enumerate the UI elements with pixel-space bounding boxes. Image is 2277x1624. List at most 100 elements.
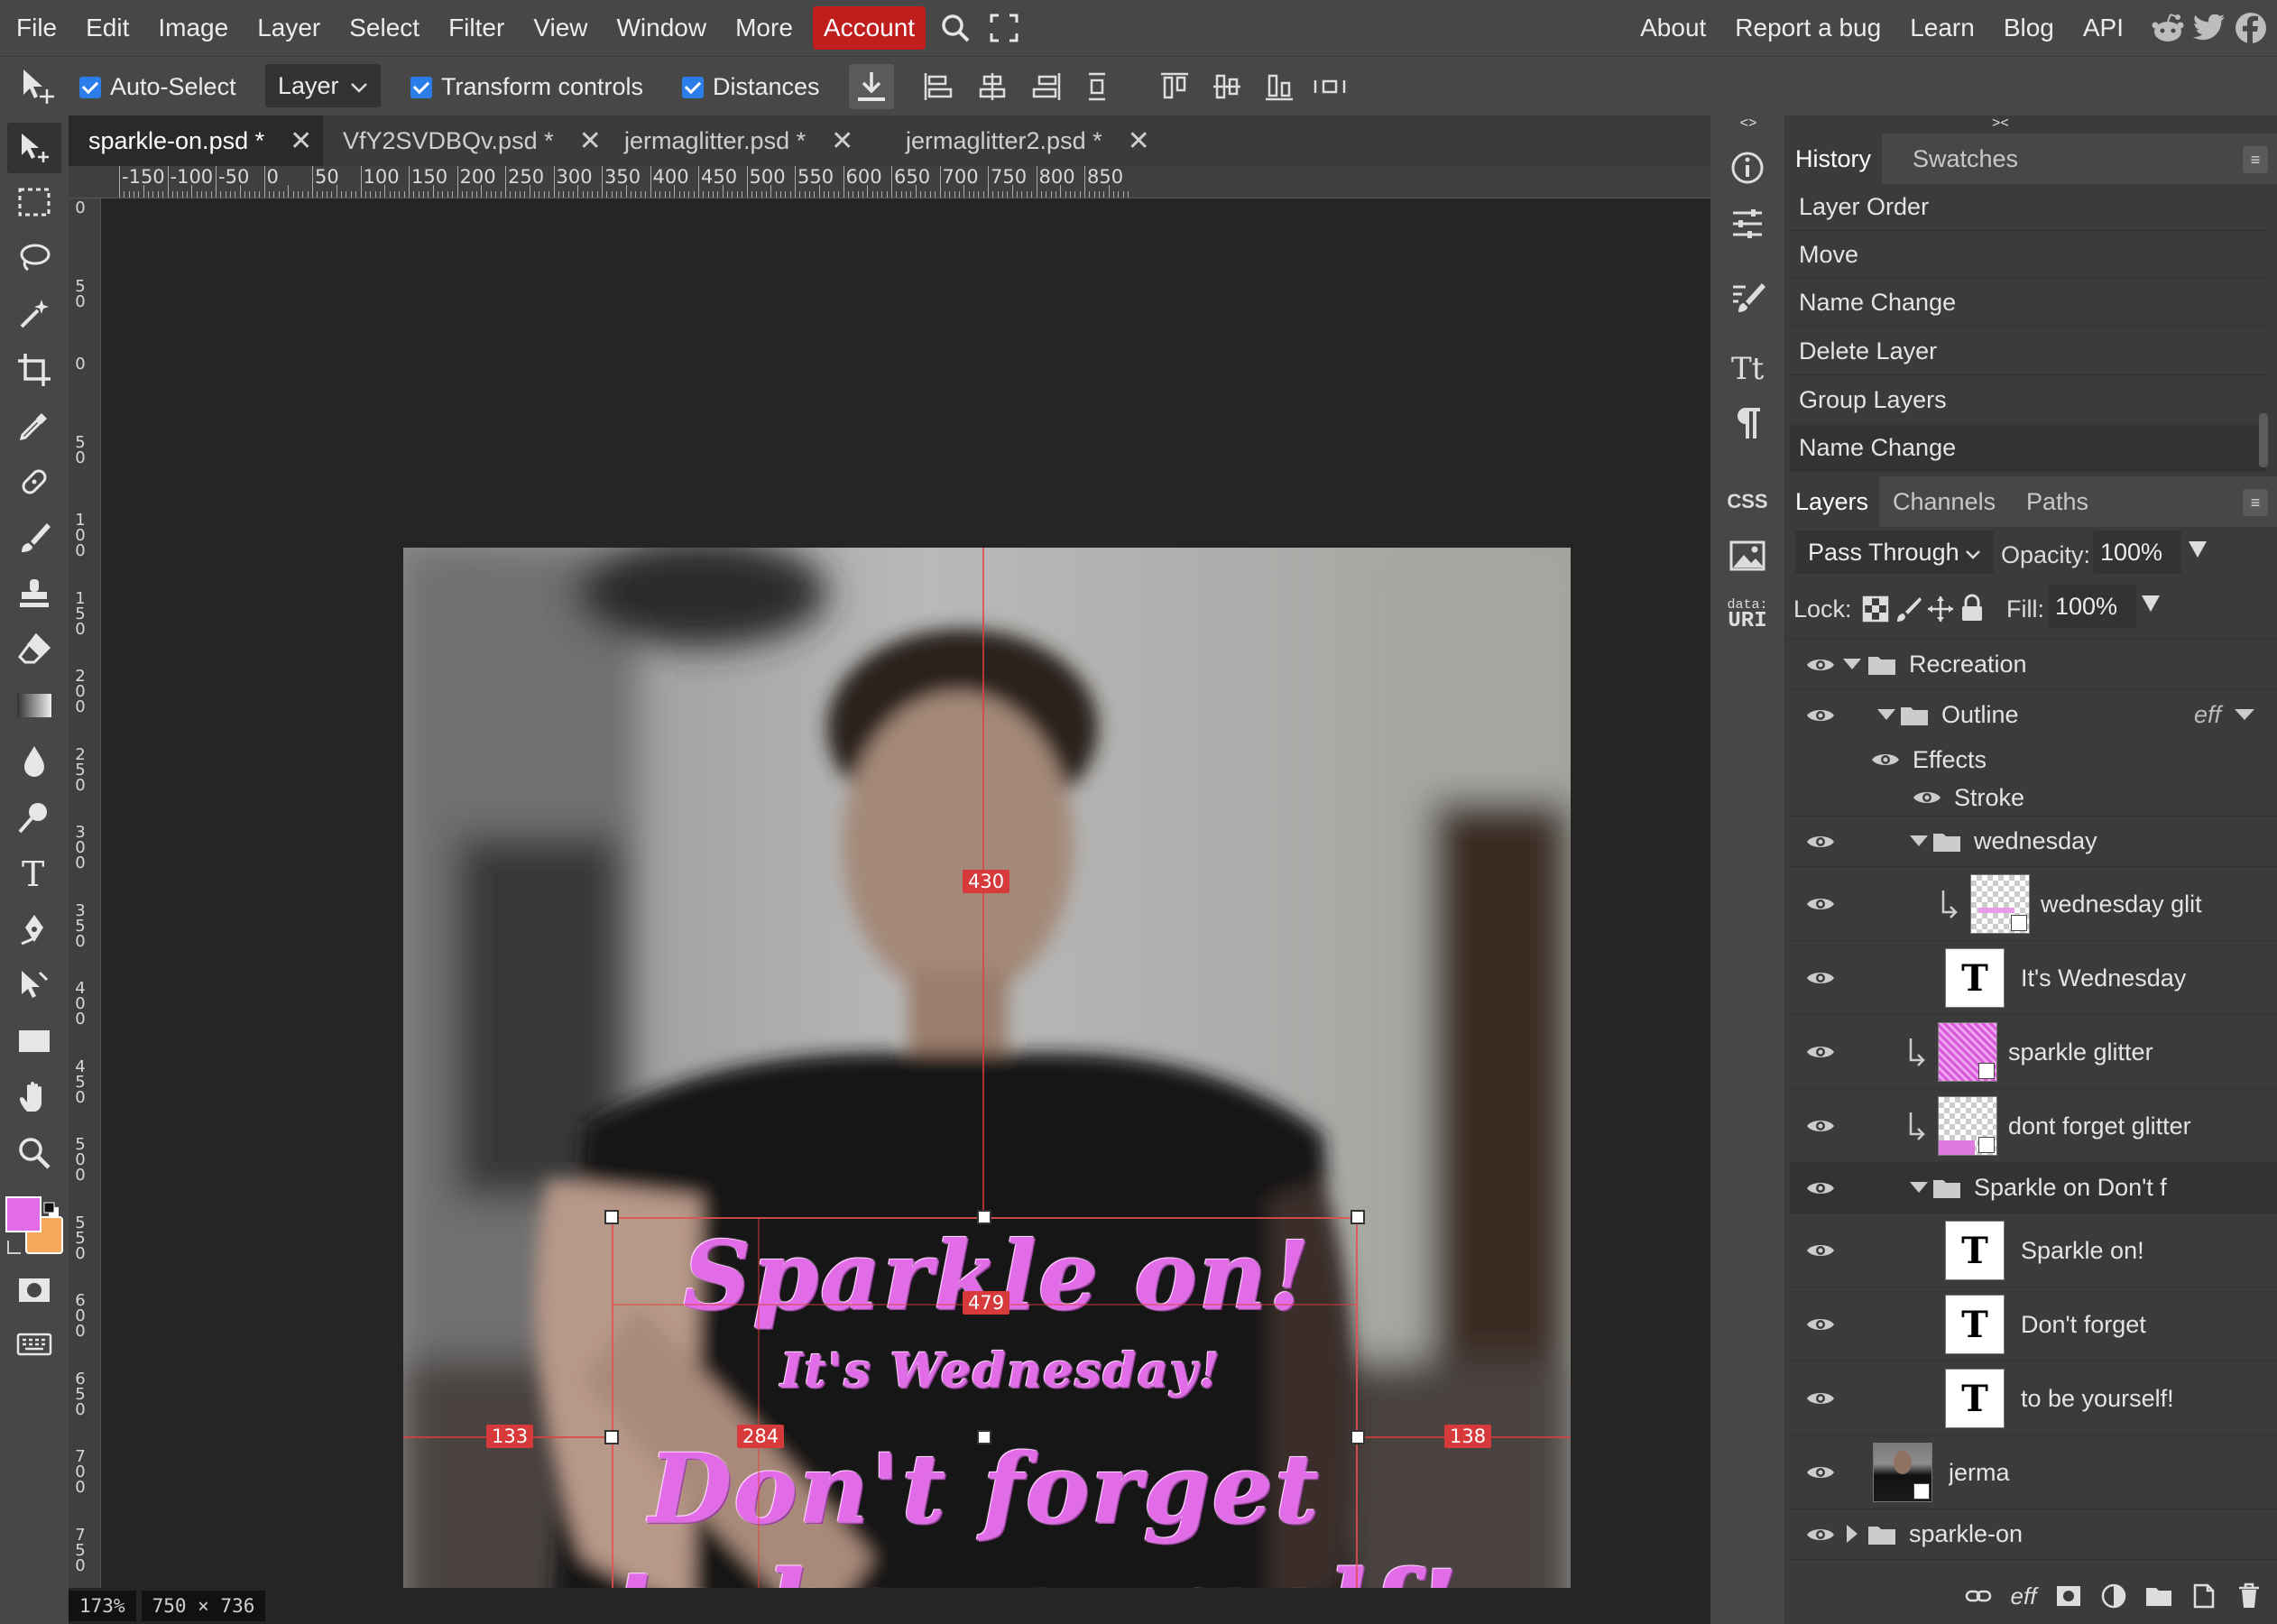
blog-link[interactable]: Blog xyxy=(1989,0,2069,56)
eye-icon[interactable] xyxy=(1806,1178,1835,1198)
history-item[interactable]: Layer Order xyxy=(1790,184,2266,231)
layer-group-sparkle-on-dont-forget[interactable]: Sparkle on Don't f xyxy=(1790,1163,2277,1213)
panel-menu-icon[interactable]: ≡ xyxy=(2243,489,2268,516)
eye-icon[interactable] xyxy=(1806,1042,1835,1062)
menu-select[interactable]: Select xyxy=(335,0,434,56)
zoom-tool-icon[interactable] xyxy=(7,1128,61,1178)
lock-transparency-icon[interactable] xyxy=(1862,595,1889,623)
adjustments-icon[interactable] xyxy=(1720,198,1775,249)
distribute-horizontal-icon[interactable] xyxy=(1310,67,1350,106)
download-icon[interactable] xyxy=(849,64,894,109)
healing-brush-tool-icon[interactable] xyxy=(7,457,61,507)
eye-icon[interactable] xyxy=(1806,894,1835,914)
new-group-icon[interactable] xyxy=(2136,1573,2181,1619)
eye-icon[interactable] xyxy=(1806,1315,1835,1334)
eyedropper-tool-icon[interactable] xyxy=(7,401,61,451)
menu-edit[interactable]: Edit xyxy=(71,0,143,56)
auto-select-checkbox[interactable] xyxy=(79,76,101,98)
collapse-triangle-icon[interactable] xyxy=(1876,708,1896,721)
align-center-v-icon[interactable] xyxy=(1207,67,1247,106)
history-item[interactable]: Move xyxy=(1790,232,2266,279)
data-uri-icon[interactable]: data: URI xyxy=(1720,588,1775,639)
transform-handle-t[interactable] xyxy=(977,1210,991,1224)
marquee-tool-icon[interactable] xyxy=(7,177,61,227)
add-mask-icon[interactable] xyxy=(2046,1573,2091,1619)
dodge-tool-icon[interactable] xyxy=(7,792,61,843)
eye-icon[interactable] xyxy=(1806,706,1835,725)
panel-menu-icon[interactable]: ≡ xyxy=(2243,146,2268,173)
layer-text-its-wednesday[interactable]: T It's Wednesday xyxy=(1790,941,2277,1015)
tab-swatches[interactable]: Swatches xyxy=(1902,134,2029,184)
brush-settings-icon[interactable] xyxy=(1720,272,1775,323)
hand-tool-icon[interactable] xyxy=(7,1072,61,1122)
keyboard-icon[interactable] xyxy=(7,1319,61,1370)
layer-text-sparkle-on[interactable]: T Sparkle on! xyxy=(1790,1213,2277,1287)
layer-wednesday-glitter[interactable]: wednesday glit xyxy=(1790,867,2277,941)
transform-controls-checkbox[interactable] xyxy=(410,76,432,98)
lock-position-icon[interactable] xyxy=(1927,595,1954,623)
menu-view[interactable]: View xyxy=(519,0,602,56)
history-item[interactable]: Name Change xyxy=(1790,280,2266,327)
paragraph-icon[interactable] xyxy=(1720,397,1775,448)
collapse-left-icon[interactable]: <> xyxy=(1728,115,1768,134)
layer-jerma-photo[interactable]: jerma xyxy=(1790,1435,2277,1509)
layer-group-wednesday[interactable]: wednesday xyxy=(1790,817,2277,867)
lasso-tool-icon[interactable] xyxy=(7,233,61,283)
layer-effect-stroke[interactable]: Stroke xyxy=(1790,779,2277,817)
distribute-vertical-icon[interactable] xyxy=(1077,67,1117,106)
tab-layers[interactable]: Layers xyxy=(1784,476,1880,527)
transform-handle-tr[interactable] xyxy=(1351,1210,1365,1224)
eye-icon[interactable] xyxy=(1913,788,1941,807)
history-item[interactable]: Delete Layer xyxy=(1790,328,2266,375)
menu-more[interactable]: More xyxy=(721,0,807,56)
eye-icon[interactable] xyxy=(1806,968,1835,988)
layer-dont-forget-glitter[interactable]: dont forget glitter xyxy=(1790,1089,2277,1163)
opacity-dropdown-icon[interactable] xyxy=(2187,540,2208,564)
close-icon[interactable]: ✕ xyxy=(290,125,312,157)
foreground-color-swatch[interactable] xyxy=(5,1196,41,1232)
distances-toggle[interactable]: Distances xyxy=(682,73,820,101)
eye-icon[interactable] xyxy=(1806,1116,1835,1136)
menu-file[interactable]: File xyxy=(2,0,71,56)
eye-icon[interactable] xyxy=(1806,1525,1835,1545)
history-item-current[interactable]: Name Change xyxy=(1790,425,2266,472)
rectangle-tool-icon[interactable] xyxy=(7,1016,61,1066)
align-bottom-icon[interactable] xyxy=(1259,67,1299,106)
layer-effects-icon[interactable]: eff xyxy=(2001,1573,2046,1619)
eye-icon[interactable] xyxy=(1806,655,1835,675)
adjustment-layer-icon[interactable] xyxy=(2091,1573,2136,1619)
eye-icon[interactable] xyxy=(1806,1463,1835,1482)
account-button[interactable]: Account xyxy=(812,6,926,50)
transform-handle-center[interactable] xyxy=(977,1430,991,1444)
transform-controls-toggle[interactable]: Transform controls xyxy=(410,73,643,101)
history-item[interactable]: Group Layers xyxy=(1790,377,2266,424)
character-icon[interactable]: Tt xyxy=(1720,341,1775,392)
opacity-input[interactable]: 100% xyxy=(2093,531,2181,574)
lock-paint-icon[interactable] xyxy=(1894,595,1922,623)
close-icon[interactable]: ✕ xyxy=(831,125,853,157)
move-tool-icon[interactable] xyxy=(7,123,61,173)
fill-dropdown-icon[interactable] xyxy=(2140,594,2162,618)
collapse-triangle-icon[interactable] xyxy=(1909,835,1929,847)
quick-mask-icon[interactable] xyxy=(7,1265,61,1315)
fullscreen-icon[interactable] xyxy=(983,0,1025,56)
lock-all-icon[interactable] xyxy=(1959,594,1987,623)
align-right-icon[interactable] xyxy=(1027,67,1066,106)
reddit-icon[interactable] xyxy=(2147,0,2189,56)
distances-checkbox[interactable] xyxy=(682,76,704,98)
expand-triangle-icon[interactable] xyxy=(1846,1524,1858,1544)
about-link[interactable]: About xyxy=(1626,0,1720,56)
tab-jermaglitter2[interactable]: jermaglitter2.psd * ✕ xyxy=(886,115,1184,166)
zoom-level[interactable]: 173% xyxy=(69,1591,136,1621)
image-icon[interactable] xyxy=(1720,531,1775,581)
search-icon[interactable] xyxy=(935,0,976,56)
layer-group-outline[interactable]: Outline eff xyxy=(1790,690,2277,741)
new-layer-icon[interactable] xyxy=(2181,1573,2226,1619)
collapse-right-icon[interactable]: >< xyxy=(1992,115,2046,134)
fx-expand-icon[interactable] xyxy=(2234,708,2255,721)
fill-input[interactable]: 100% xyxy=(2048,585,2136,628)
layer-group-recreation[interactable]: Recreation xyxy=(1790,640,2277,690)
learn-link[interactable]: Learn xyxy=(1895,0,1989,56)
align-left-icon[interactable] xyxy=(918,67,958,106)
tab-sparkle-on[interactable]: sparkle-on.psd * ✕ xyxy=(69,115,323,166)
